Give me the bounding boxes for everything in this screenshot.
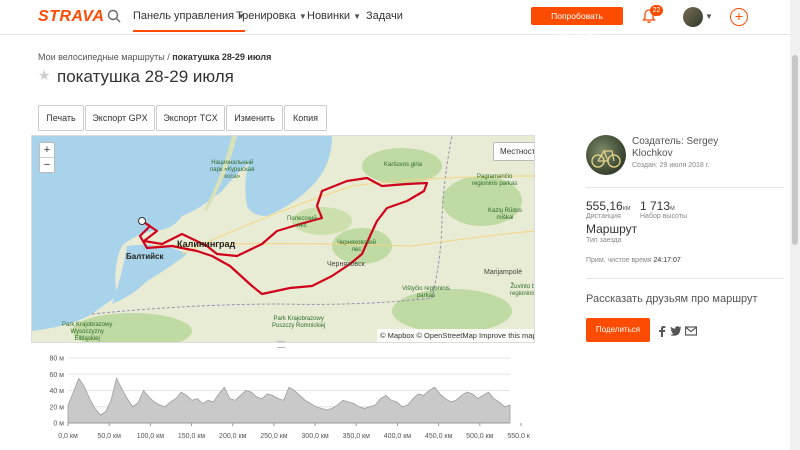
creator-name[interactable]: Создатель: Sergey Klochkov [632, 136, 752, 160]
page-title: покатушка 28-29 июля [57, 67, 234, 86]
distance-stat: 555,16км [586, 199, 631, 213]
breadcrumb-my-routes[interactable]: Мои велосипедные маршруты [38, 52, 165, 62]
map-style-dropdown[interactable]: Местность ▼ [493, 142, 534, 161]
page-scrollbar[interactable] [790, 0, 800, 450]
map-label-karsuvos: Karšuvos giria [384, 162, 423, 168]
map-label-elblaska: Park Krajobrazowy Wysoczyzny Elbląskiej [62, 322, 113, 342]
chevron-down-icon: ▼ [353, 12, 362, 21]
twitter-icon[interactable] [670, 325, 682, 337]
elevation-y-tick: 60 м [49, 372, 64, 379]
divider [586, 278, 784, 279]
route-type: Маршрут [586, 222, 638, 236]
map-label-marijampole: Marijampolė [484, 269, 523, 276]
copy-button[interactable]: Копия [284, 105, 327, 131]
route-type-label: Тип заезда [586, 237, 622, 244]
elevation-profile[interactable] [67, 377, 511, 424]
nav-training[interactable]: Тренировка ▼ [236, 10, 307, 22]
nav-whats-new-label: Новинки [307, 10, 351, 22]
chevron-down-icon: ▼ [298, 12, 307, 21]
top-navigation: STRAVA Панель управления ▼ Тренировка ▼ Но… [0, 0, 800, 39]
map-canvas[interactable] [32, 136, 534, 342]
print-button[interactable]: Печать [38, 105, 84, 131]
elevation-x-tick: 500,0 км [466, 433, 494, 440]
nav-dashboard[interactable]: Панель управления ▼ [133, 10, 245, 32]
elevation-x-tick: 150,0 км [178, 433, 206, 440]
elevation-x-tick: 200,0 км [219, 433, 247, 440]
distance-value: 555,16 [586, 199, 623, 213]
created-date: Создан: 29 июля 2018 г. [632, 162, 710, 169]
map-label-chernyakhovskiy: Черняховский лес [337, 240, 376, 253]
notification-badge: 22 [650, 5, 663, 16]
strava-logo[interactable]: STRAVA [38, 8, 104, 26]
map-label-romnicka: Park Krajobrazowy Puszczy Romnickiej [272, 316, 326, 329]
moving-time-label: Прим. чистое время [586, 257, 652, 264]
scrollbar-thumb[interactable] [792, 55, 798, 245]
search-icon[interactable] [107, 9, 121, 23]
divider [586, 187, 784, 188]
edit-button[interactable]: Изменить [226, 105, 283, 131]
map-attribution[interactable]: © Mapbox © OpenStreetMap Improve this ma… [377, 329, 534, 342]
elevation-gain-value: 1 713 [640, 199, 671, 213]
zoom-control: + − [39, 142, 55, 173]
map-style-label: Местность [500, 147, 534, 156]
elevation-x-tick: 250,0 км [260, 433, 288, 440]
nav-training-label: Тренировка [236, 10, 296, 22]
elevation-x-tick: 100,0 км [137, 433, 165, 440]
nav-dashboard-label: Панель управления [133, 10, 235, 22]
elevation-x-tick: 450,0 км [425, 433, 453, 440]
try-free-button[interactable]: Попробовать бесплатно [531, 7, 623, 39]
nav-whats-new[interactable]: Новинки ▼ [307, 10, 361, 22]
create-plus-button[interactable]: + [730, 8, 748, 26]
map-label-national-park: Национальный парк «Куршская коса» [210, 160, 255, 180]
nav-challenges-label: Задачи [366, 10, 403, 22]
elevation-y-tick: 40 м [49, 388, 64, 395]
map-label-zuvinto: Žuvinto b regioninis [510, 284, 535, 297]
elevation-x-tick: 550,0 км [507, 433, 530, 440]
map-label-polesskiy: Полесский лес [287, 216, 317, 229]
zoom-out-button[interactable]: − [40, 157, 54, 172]
distance-unit: км [622, 205, 631, 212]
map-label-kazlu: Kazlų Rūdos miškai [488, 208, 523, 221]
elevation-x-tick: 50,0 км [97, 433, 121, 440]
zoom-in-button[interactable]: + [40, 143, 54, 157]
breadcrumb-separator: / [167, 52, 170, 62]
map-resize-handle[interactable] [277, 341, 285, 348]
export-gpx-button[interactable]: Экспорт GPX [85, 105, 155, 131]
star-icon[interactable]: ★ [38, 67, 51, 83]
elevation-x-tick: 350,0 км [343, 433, 371, 440]
route-start-marker[interactable] [138, 217, 146, 225]
breadcrumb: Мои велосипедные маршруты / покатушка 28… [38, 52, 271, 62]
moving-time-value: 24:17:07 [653, 257, 681, 264]
estimated-moving-time: Прим. чистое время 24:17:07 [586, 257, 681, 264]
elevation-gain-label: Набор высоты [640, 213, 687, 220]
export-tcx-button[interactable]: Экспорт TCX [156, 105, 225, 131]
route-map[interactable]: Национальный парк «Куршская коса» Karšuvos… [31, 135, 535, 343]
creator-avatar[interactable] [586, 135, 626, 175]
share-title: Рассказать друзьям про маршрут [586, 293, 758, 305]
map-label-vistytis: Vištyčio regioninis parkas [402, 286, 450, 299]
breadcrumb-current: покатушка 28-29 июля [172, 52, 272, 62]
elevation-y-tick: 20 м [49, 404, 64, 411]
facebook-icon[interactable] [656, 325, 668, 337]
elevation-y-tick: 80 м [49, 356, 64, 363]
chevron-down-icon[interactable]: ▼ [705, 12, 713, 21]
avatar[interactable] [683, 7, 703, 27]
elevation-gain-unit: м [670, 205, 675, 212]
elevation-chart[interactable]: 80 м 60 м 40 м 20 м 0 м 0,0 км 50,0 км 100,0 км… [40, 350, 530, 450]
distance-label: Дистанция [586, 213, 621, 220]
title-row: ★ покатушка 28-29 июля [38, 67, 234, 87]
map-label-chernyakhovsk: Черняховск [327, 261, 365, 268]
bicycle-icon [591, 150, 621, 168]
elevation-x-tick: 0,0 км [58, 433, 78, 440]
map-label-baltiysk: Балтийск [126, 252, 164, 261]
map-label-pagramancio: Pagramančio regioninis parkas [472, 174, 518, 187]
elevation-y-tick: 0 м [53, 421, 64, 428]
nav-challenges[interactable]: Задачи [366, 10, 403, 22]
map-label-kaliningrad: Калининград [177, 239, 236, 249]
share-button[interactable]: Поделиться [586, 318, 650, 342]
email-icon[interactable] [685, 325, 697, 337]
elevation-x-tick: 300,0 км [301, 433, 329, 440]
elevation-x-tick: 400,0 км [384, 433, 412, 440]
elevation-stat: 1 713м [640, 199, 675, 213]
